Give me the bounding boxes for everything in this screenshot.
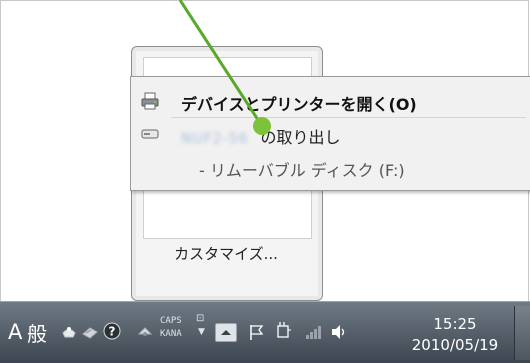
chevron-up-icon [221,330,231,335]
dictionary-icon[interactable] [81,322,99,340]
menu-item-open-devices[interactable]: デバイスとプリンターを開く(O) [131,85,530,115]
network-signal-icon[interactable] [304,323,322,341]
ime-options-icon[interactable] [136,322,154,340]
clock-time: 15:25 [433,315,477,333]
clock-date: 2010/05/19 [411,336,499,354]
menu-item-eject[interactable]: NUF2-56 の取り出し [131,120,530,148]
customize-link[interactable]: カスタマイズ... [132,243,320,264]
volume-icon[interactable] [330,323,348,341]
system-clock[interactable]: 15:25 2010/05/19 [400,314,510,356]
eject-context-menu: デバイスとプリンターを開く(O) NUF2-56 の取り出し - リムーバブル デ… [130,76,530,191]
ime-mode-indicator[interactable]: A [8,320,22,344]
power-plug-icon[interactable] [275,321,293,339]
caps-kana-indicator[interactable]: CAPS KANA [160,315,182,341]
printer-icon [141,92,159,110]
kana-label: KANA [160,329,182,339]
usb-drive-icon [141,129,159,139]
caps-label: CAPS [160,316,182,326]
ime-kanji-indicator[interactable]: 般 [27,318,47,347]
menu-separator [171,117,526,118]
menu-item-removable-disk[interactable]: - リムーバブル ディスク (F:) [131,153,530,181]
taskbar: A 般 ? CAPS KANA ⊡ ▼ 15:25 2010/05/19 [0,301,530,363]
ime-small-glyph-icon: ⊡ [196,313,205,324]
dropdown-arrow-icon[interactable]: ▼ [198,327,205,337]
device-name-blurred: NUF2-56 [181,131,249,147]
show-desktop-button[interactable] [514,306,530,360]
menu-item-label: - リムーバブル ディスク (F:) [199,161,405,180]
ime-pad-icon[interactable] [60,322,78,340]
svg-text:?: ? [109,325,116,339]
help-icon[interactable]: ? [103,322,121,340]
action-center-flag-icon[interactable] [248,323,266,341]
show-hidden-icons-button[interactable] [215,323,237,342]
menu-item-label: の取り出し [260,128,341,147]
menu-item-label: デバイスとプリンターを開く(O) [181,95,417,114]
